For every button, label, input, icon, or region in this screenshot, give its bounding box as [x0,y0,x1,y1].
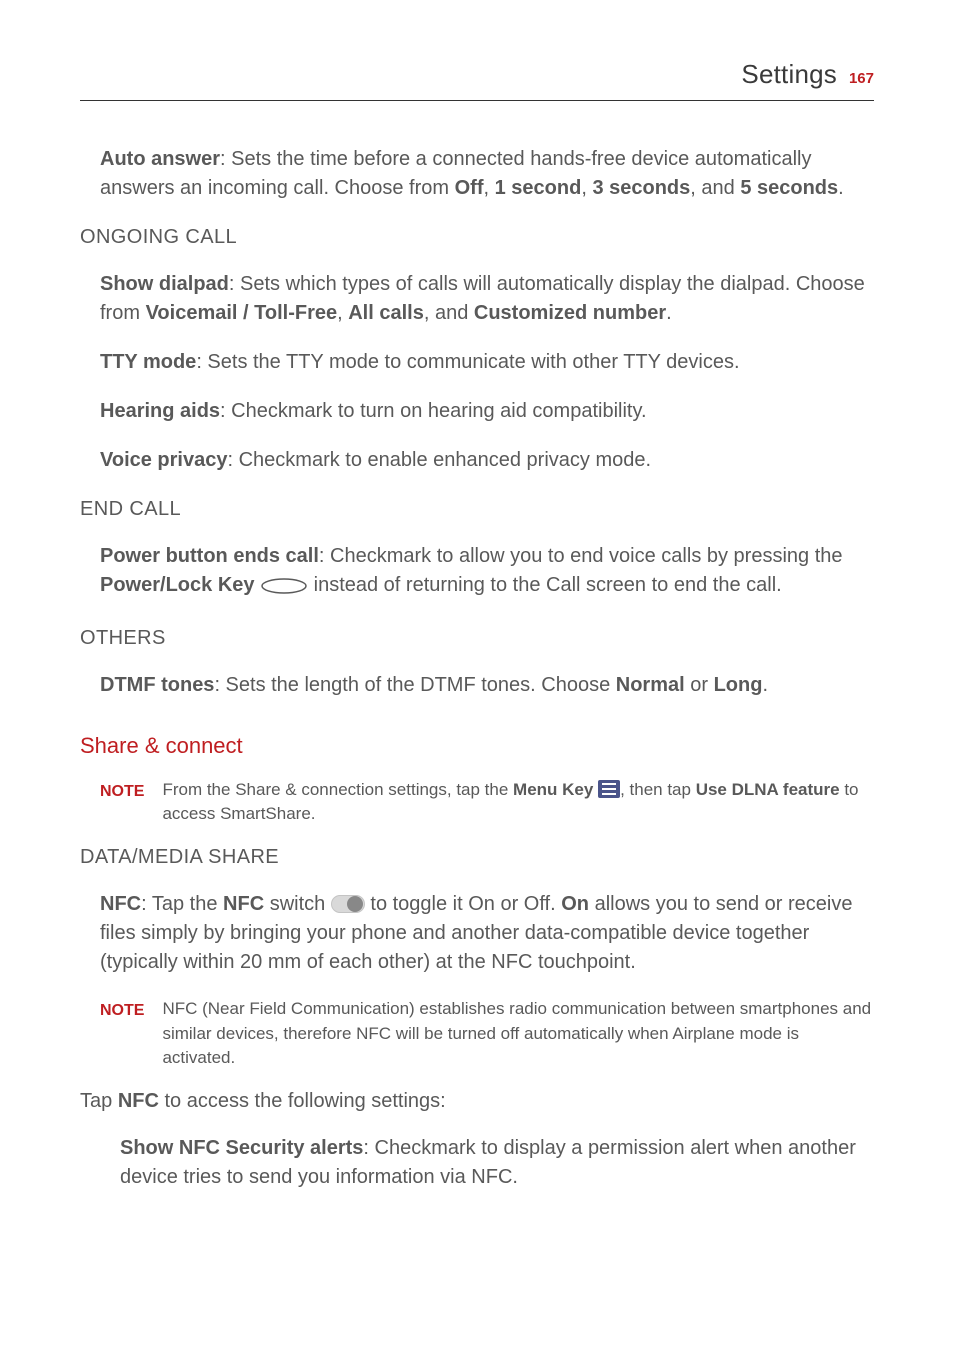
menu-key-icon [598,780,620,798]
page-header: Settings 167 [80,56,874,101]
power-lock-key-label: Power/Lock Key [100,574,255,596]
hearing-aids-item: Hearing aids: Checkmark to turn on heari… [100,397,874,426]
auto-answer-opt-off: Off [455,177,484,199]
ongoing-call-heading: ONGOING CALL [80,223,874,252]
show-nfc-security-alerts-item: Show NFC Security alerts: Checkmark to d… [120,1134,874,1192]
note-2-body: NFC (Near Field Communication) establish… [162,997,874,1071]
dtmf-tones-label: DTMF tones [100,674,214,696]
note-1-body: From the Share & connection settings, ta… [162,778,874,827]
show-nfc-security-alerts-label: Show NFC Security alerts [120,1137,363,1159]
note-label: NOTE [100,778,144,803]
auto-answer-item: Auto answer: Sets the time before a conn… [100,145,874,203]
power-key-icon [260,575,308,604]
note-label: NOTE [100,997,144,1022]
auto-answer-opt-5s: 5 seconds [740,177,838,199]
others-heading: OTHERS [80,624,874,653]
hearing-aids-label: Hearing aids [100,400,220,422]
voice-privacy-item: Voice privacy: Checkmark to enable enhan… [100,446,874,475]
tty-mode-item: TTY mode: Sets the TTY mode to communica… [100,348,874,377]
nfc-label: NFC [100,893,141,915]
header-title: Settings [741,56,837,94]
show-dialpad-item: Show dialpad: Sets which types of calls … [100,270,874,328]
note-1: NOTE From the Share & connection setting… [100,778,874,827]
note-2: NOTE NFC (Near Field Communication) esta… [100,997,874,1071]
nfc-item: NFC: Tap the NFC switch to toggle it On … [100,890,874,977]
auto-answer-opt-3s: 3 seconds [592,177,690,199]
page-number: 167 [849,68,874,90]
auto-answer-opt-1s: 1 second [495,177,582,199]
end-call-heading: END CALL [80,495,874,524]
dtmf-tones-item: DTMF tones: Sets the length of the DTMF … [100,671,874,700]
toggle-switch-icon [331,895,365,913]
tap-nfc-line: Tap NFC to access the following settings… [80,1087,874,1116]
show-dialpad-label: Show dialpad [100,273,229,295]
power-button-ends-call-item: Power button ends call: Checkmark to all… [100,542,874,604]
tty-mode-label: TTY mode [100,351,196,373]
voice-privacy-label: Voice privacy [100,449,227,471]
share-connect-heading: Share & connect [80,730,874,762]
power-button-ends-call-label: Power button ends call [100,545,319,567]
auto-answer-label: Auto answer [100,148,220,170]
data-media-share-heading: DATA/MEDIA SHARE [80,843,874,872]
